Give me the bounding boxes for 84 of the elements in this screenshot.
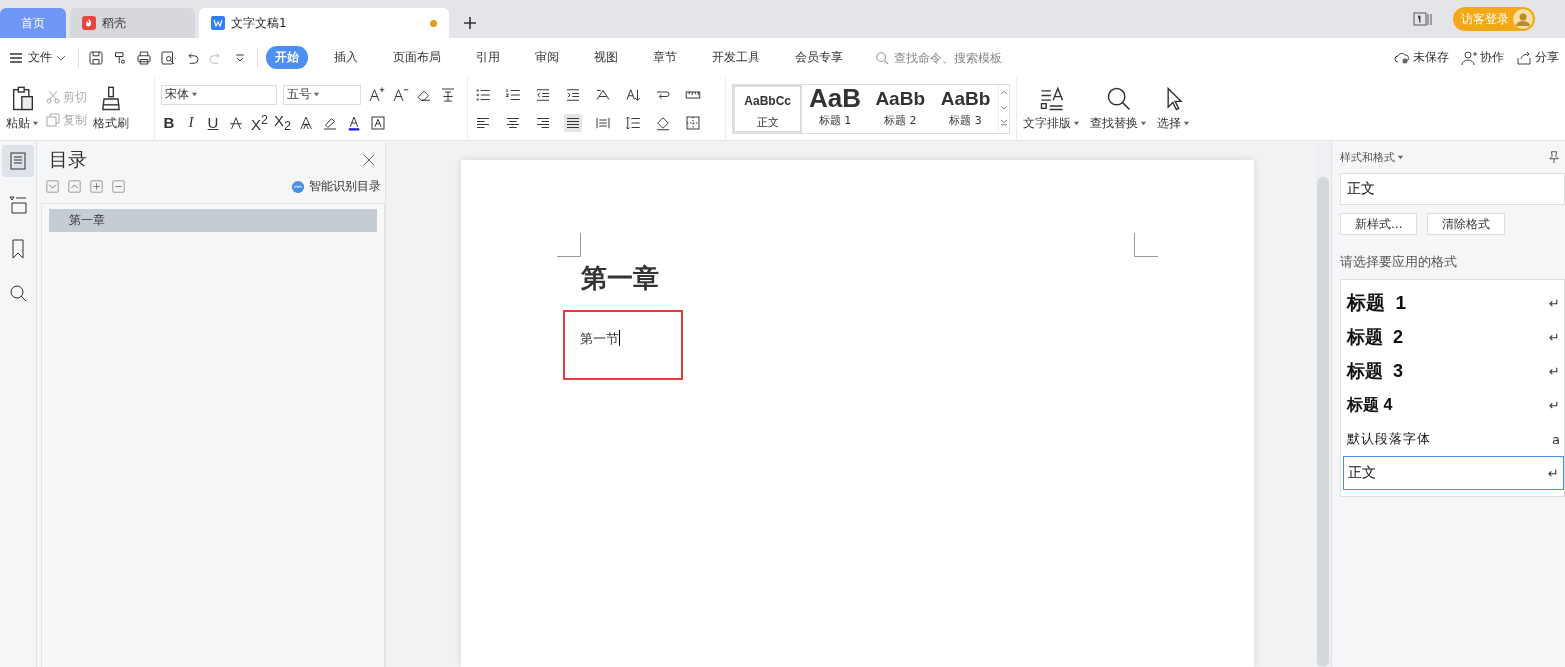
font-size-select[interactable]: 五号: [283, 84, 361, 105]
font-grow-icon[interactable]: [367, 85, 385, 104]
justify-icon[interactable]: [564, 113, 582, 132]
style-item[interactable]: 正文 ↵: [1343, 456, 1564, 490]
ribbon-tab[interactable]: 视图: [585, 46, 627, 69]
superscript-button[interactable]: X$^{2}$: [251, 112, 268, 133]
style-preset[interactable]: AaBbCc 正文: [733, 84, 803, 133]
caret-icon: [313, 91, 320, 98]
find-replace-button[interactable]: 查找替换: [1090, 85, 1147, 132]
style-item[interactable]: 标题 3 ↵: [1343, 354, 1564, 388]
style-action-button[interactable]: 清除格式: [1427, 213, 1506, 235]
new-tab-icon[interactable]: [463, 16, 477, 30]
margin-mark: [557, 233, 581, 257]
style-item[interactable]: 标题 4 ↵: [1343, 388, 1564, 422]
pin-icon[interactable]: [1547, 150, 1561, 164]
style-item[interactable]: 默认段落字体 a: [1343, 422, 1564, 456]
caret-icon: [1073, 120, 1080, 127]
share-icon: [1516, 49, 1532, 66]
file-menu[interactable]: 文件: [8, 49, 70, 66]
ribbon-tab[interactable]: 插入: [325, 46, 367, 69]
window-switch-icon[interactable]: [1413, 12, 1433, 26]
toolbar-action[interactable]: 分享: [1516, 49, 1559, 66]
text-layout-label: 文字排版: [1023, 115, 1080, 132]
style-action-button[interactable]: 新样式...: [1340, 213, 1418, 235]
style-preset[interactable]: AaBb 标题 2: [867, 84, 933, 133]
margin-mark: [1134, 233, 1158, 257]
paste-button[interactable]: 粘贴: [6, 85, 39, 132]
caret-icon: [1183, 120, 1190, 127]
outline-item[interactable]: 第一章: [49, 209, 377, 232]
search-icon: [875, 50, 889, 65]
ribbon-tab[interactable]: 引用: [467, 46, 509, 69]
style-item[interactable]: 标题 2 ↵: [1343, 320, 1564, 354]
ribbon-tab[interactable]: 开发工具: [703, 46, 769, 69]
caret-icon: [191, 91, 198, 98]
document-tab[interactable]: 文字文稿1: [199, 8, 449, 38]
font-select[interactable]: 宋体: [161, 84, 277, 105]
borders-icon[interactable]: [684, 113, 702, 132]
document-tab[interactable]: 稻壳: [70, 8, 195, 38]
preview-icon[interactable]: [159, 48, 177, 67]
document-paragraph: 第一节: [580, 330, 619, 348]
copy-icon: [45, 112, 61, 128]
bold-button[interactable]: B: [161, 114, 177, 131]
style-prompt: 请选择要应用的格式: [1340, 253, 1458, 271]
scrollbar[interactable]: [1315, 141, 1331, 667]
paste-label: 粘贴: [6, 115, 39, 132]
smart-toc-button[interactable]: 智能识别目录: [291, 178, 381, 195]
avatar-icon: [1513, 9, 1533, 29]
caret-icon[interactable]: [1397, 153, 1404, 161]
flame-icon: [82, 16, 96, 30]
print-icon[interactable]: [135, 48, 153, 67]
select-label: 选择: [1157, 115, 1190, 132]
gallery-scroll-icon[interactable]: [998, 84, 1009, 131]
find-replace-label: 查找替换: [1090, 115, 1147, 132]
ribbon-tab[interactable]: 会员专享: [786, 46, 852, 69]
add-user-icon: [1461, 49, 1477, 66]
format-painter-button[interactable]: 格式刷: [93, 85, 129, 132]
panel-title: 目录: [49, 147, 87, 172]
writer-icon: [211, 16, 225, 30]
subscript-button[interactable]: X$_{2}$: [273, 112, 291, 133]
toolbar-action[interactable]: 协作: [1461, 49, 1504, 66]
document-heading: 第一章: [581, 263, 660, 295]
text-layout-button[interactable]: 文字排版: [1023, 85, 1080, 132]
caret-icon: [32, 120, 39, 127]
caret-icon: [1140, 120, 1147, 127]
style-item[interactable]: 标题 1 ↵: [1343, 286, 1564, 320]
remove-level-icon[interactable]: [112, 180, 125, 193]
char-border-icon[interactable]: [368, 113, 387, 132]
scissors-icon: [45, 89, 61, 105]
current-style-field[interactable]: 正文: [1340, 173, 1565, 205]
close-icon[interactable]: [363, 154, 375, 166]
ribbon-tab[interactable]: 页面布局: [384, 46, 450, 69]
toolbar-action[interactable]: 未保存: [1394, 49, 1449, 66]
ribbon-tab[interactable]: 章节: [644, 46, 686, 69]
style-preset[interactable]: AaB 标题 1: [802, 84, 868, 133]
ribbon-tab[interactable]: 审阅: [526, 46, 568, 69]
select-button[interactable]: 选择: [1157, 85, 1190, 132]
italic-button[interactable]: I: [183, 114, 199, 131]
underline-button[interactable]: U: [205, 114, 221, 131]
file-menu-label: 文件: [28, 49, 52, 66]
outline-icon[interactable]: [2, 145, 34, 177]
add-level-icon[interactable]: [90, 180, 103, 193]
panel-title: 样式和格式: [1340, 149, 1395, 165]
style-preset[interactable]: AaBb 标题 3: [932, 84, 999, 133]
save-icon[interactable]: [87, 48, 105, 67]
